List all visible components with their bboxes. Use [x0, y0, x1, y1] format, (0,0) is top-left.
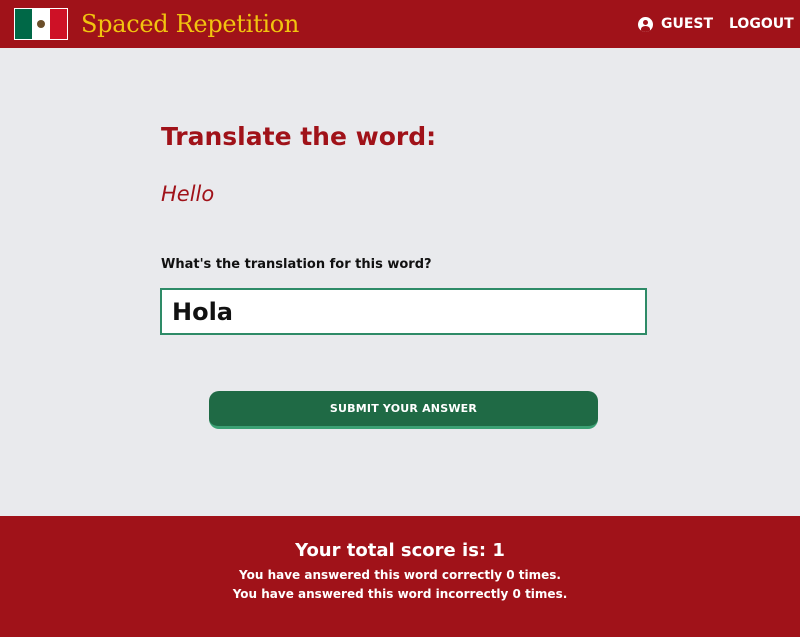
guest-user-link[interactable]: GUEST	[638, 14, 713, 34]
correct-count-text: You have answered this word correctly 0 …	[239, 568, 561, 582]
mexico-flag-icon	[14, 8, 68, 40]
flag-red-stripe	[49, 9, 67, 39]
score-footer: Your total score is: 1 You have answered…	[0, 516, 800, 637]
logout-link[interactable]: LOGOUT	[729, 14, 794, 34]
top-navbar: Spaced Repetition GUEST LOGOUT	[0, 0, 800, 48]
translation-prompt-label: What's the translation for this word?	[161, 257, 432, 272]
translation-input[interactable]	[160, 288, 647, 335]
user-circle-icon	[638, 16, 653, 32]
score-label: Your total score is:	[295, 540, 487, 561]
page-title: Translate the word:	[161, 122, 437, 151]
app-title[interactable]: Spaced Repetition	[81, 8, 299, 40]
user-label: GUEST	[661, 16, 714, 32]
total-score: Your total score is: 1	[0, 540, 800, 562]
submit-answer-button[interactable]: SUBMIT YOUR ANSWER	[209, 391, 598, 429]
flag-green-stripe	[15, 9, 33, 39]
score-value: 1	[492, 540, 505, 561]
flag-emblem	[37, 20, 45, 28]
word-to-translate: Hello	[161, 182, 215, 206]
incorrect-count-text: You have answered this word incorrectly …	[232, 587, 568, 601]
